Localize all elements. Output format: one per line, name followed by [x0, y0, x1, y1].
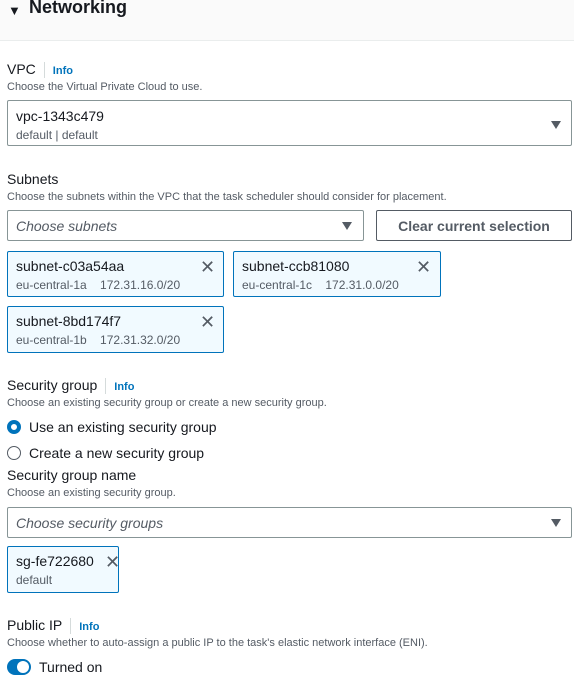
close-icon[interactable]: ✕ — [200, 258, 215, 276]
caret-down-icon[interactable]: ▼ — [8, 3, 21, 18]
subnet-token-name: subnet-ccb81080 — [242, 258, 350, 274]
security-group-token-name: sg-fe722680 — [16, 553, 94, 569]
divider — [105, 378, 107, 395]
radio-label: Create a new security group — [29, 445, 205, 461]
radio-use-existing[interactable]: Use an existing security group — [0, 417, 300, 437]
subnet-token-detail: eu-central-1b 172.31.32.0/20 — [16, 333, 181, 347]
security-groups-select[interactable]: Choose security groups — [7, 507, 572, 538]
dropdown-arrow-icon — [342, 222, 352, 230]
radio-label: Use an existing security group — [29, 419, 217, 435]
vpc-description: Choose the Virtual Private Cloud to use. — [7, 81, 203, 93]
radio-selected-icon[interactable] — [7, 420, 21, 434]
subnet-token: subnet-8bd174f7 eu-central-1b 172.31.32.… — [7, 306, 224, 353]
radio-unselected-icon[interactable] — [7, 446, 21, 460]
public-ip-toggle-row[interactable]: Turned on — [0, 657, 200, 677]
subnet-token-detail: eu-central-1a 172.31.16.0/20 — [16, 278, 181, 292]
security-group-description: Choose an existing security group or cre… — [7, 397, 327, 409]
close-icon[interactable]: ✕ — [416, 258, 431, 276]
dropdown-arrow-icon — [551, 519, 561, 527]
toggle-label: Turned on — [39, 659, 103, 675]
public-ip-description: Choose whether to auto-assign a public I… — [7, 637, 428, 649]
subnet-token-name: subnet-c03a54aa — [16, 258, 125, 274]
close-icon[interactable]: ✕ — [105, 553, 120, 571]
vpc-selected-value: vpc-1343c479 — [16, 108, 104, 124]
security-group-label-row: Security group Info — [7, 377, 134, 395]
security-group-token-detail: default — [16, 573, 53, 587]
vpc-label: VPC — [7, 61, 36, 77]
vpc-select[interactable]: vpc-1343c479 default | default — [7, 100, 572, 146]
vpc-selected-detail: default | default — [16, 128, 98, 142]
toggle-knob — [17, 661, 29, 673]
public-ip-label: Public IP — [7, 617, 63, 633]
divider — [70, 618, 72, 635]
subnet-token: subnet-c03a54aa eu-central-1a 172.31.16.… — [7, 251, 224, 297]
vpc-label-row: VPC Info — [7, 61, 73, 79]
vpc-info-link[interactable]: Info — [53, 65, 73, 77]
dropdown-arrow-icon — [551, 121, 561, 129]
subnet-token: subnet-ccb81080 eu-central-1c 172.31.0.0… — [233, 251, 441, 297]
divider — [43, 62, 45, 79]
subnets-description: Choose the subnets within the VPC that t… — [7, 191, 447, 203]
public-ip-label-row: Public IP Info — [7, 617, 99, 635]
close-icon[interactable]: ✕ — [200, 313, 215, 331]
security-group-name-label: Security group name — [7, 467, 137, 483]
security-group-info-link[interactable]: Info — [114, 381, 134, 393]
subnets-label: Subnets — [7, 171, 59, 187]
security-group-label: Security group — [7, 377, 98, 393]
subnets-placeholder: Choose subnets — [16, 218, 118, 234]
security-groups-placeholder: Choose security groups — [16, 515, 164, 531]
public-ip-toggle[interactable] — [7, 659, 31, 675]
security-group-name-description: Choose an existing security group. — [7, 487, 176, 499]
section-title: Networking — [29, 0, 128, 17]
subnet-token-name: subnet-8bd174f7 — [16, 313, 122, 329]
clear-selection-button[interactable]: Clear current selection — [376, 210, 572, 241]
subnets-select[interactable]: Choose subnets — [7, 210, 364, 241]
subnet-token-detail: eu-central-1c 172.31.0.0/20 — [242, 278, 399, 292]
security-group-token: sg-fe722680 default ✕ — [7, 546, 120, 593]
radio-create-new[interactable]: Create a new security group — [0, 443, 300, 463]
section-header[interactable]: ▼ Networking — [0, 0, 574, 41]
public-ip-info-link[interactable]: Info — [79, 621, 99, 633]
